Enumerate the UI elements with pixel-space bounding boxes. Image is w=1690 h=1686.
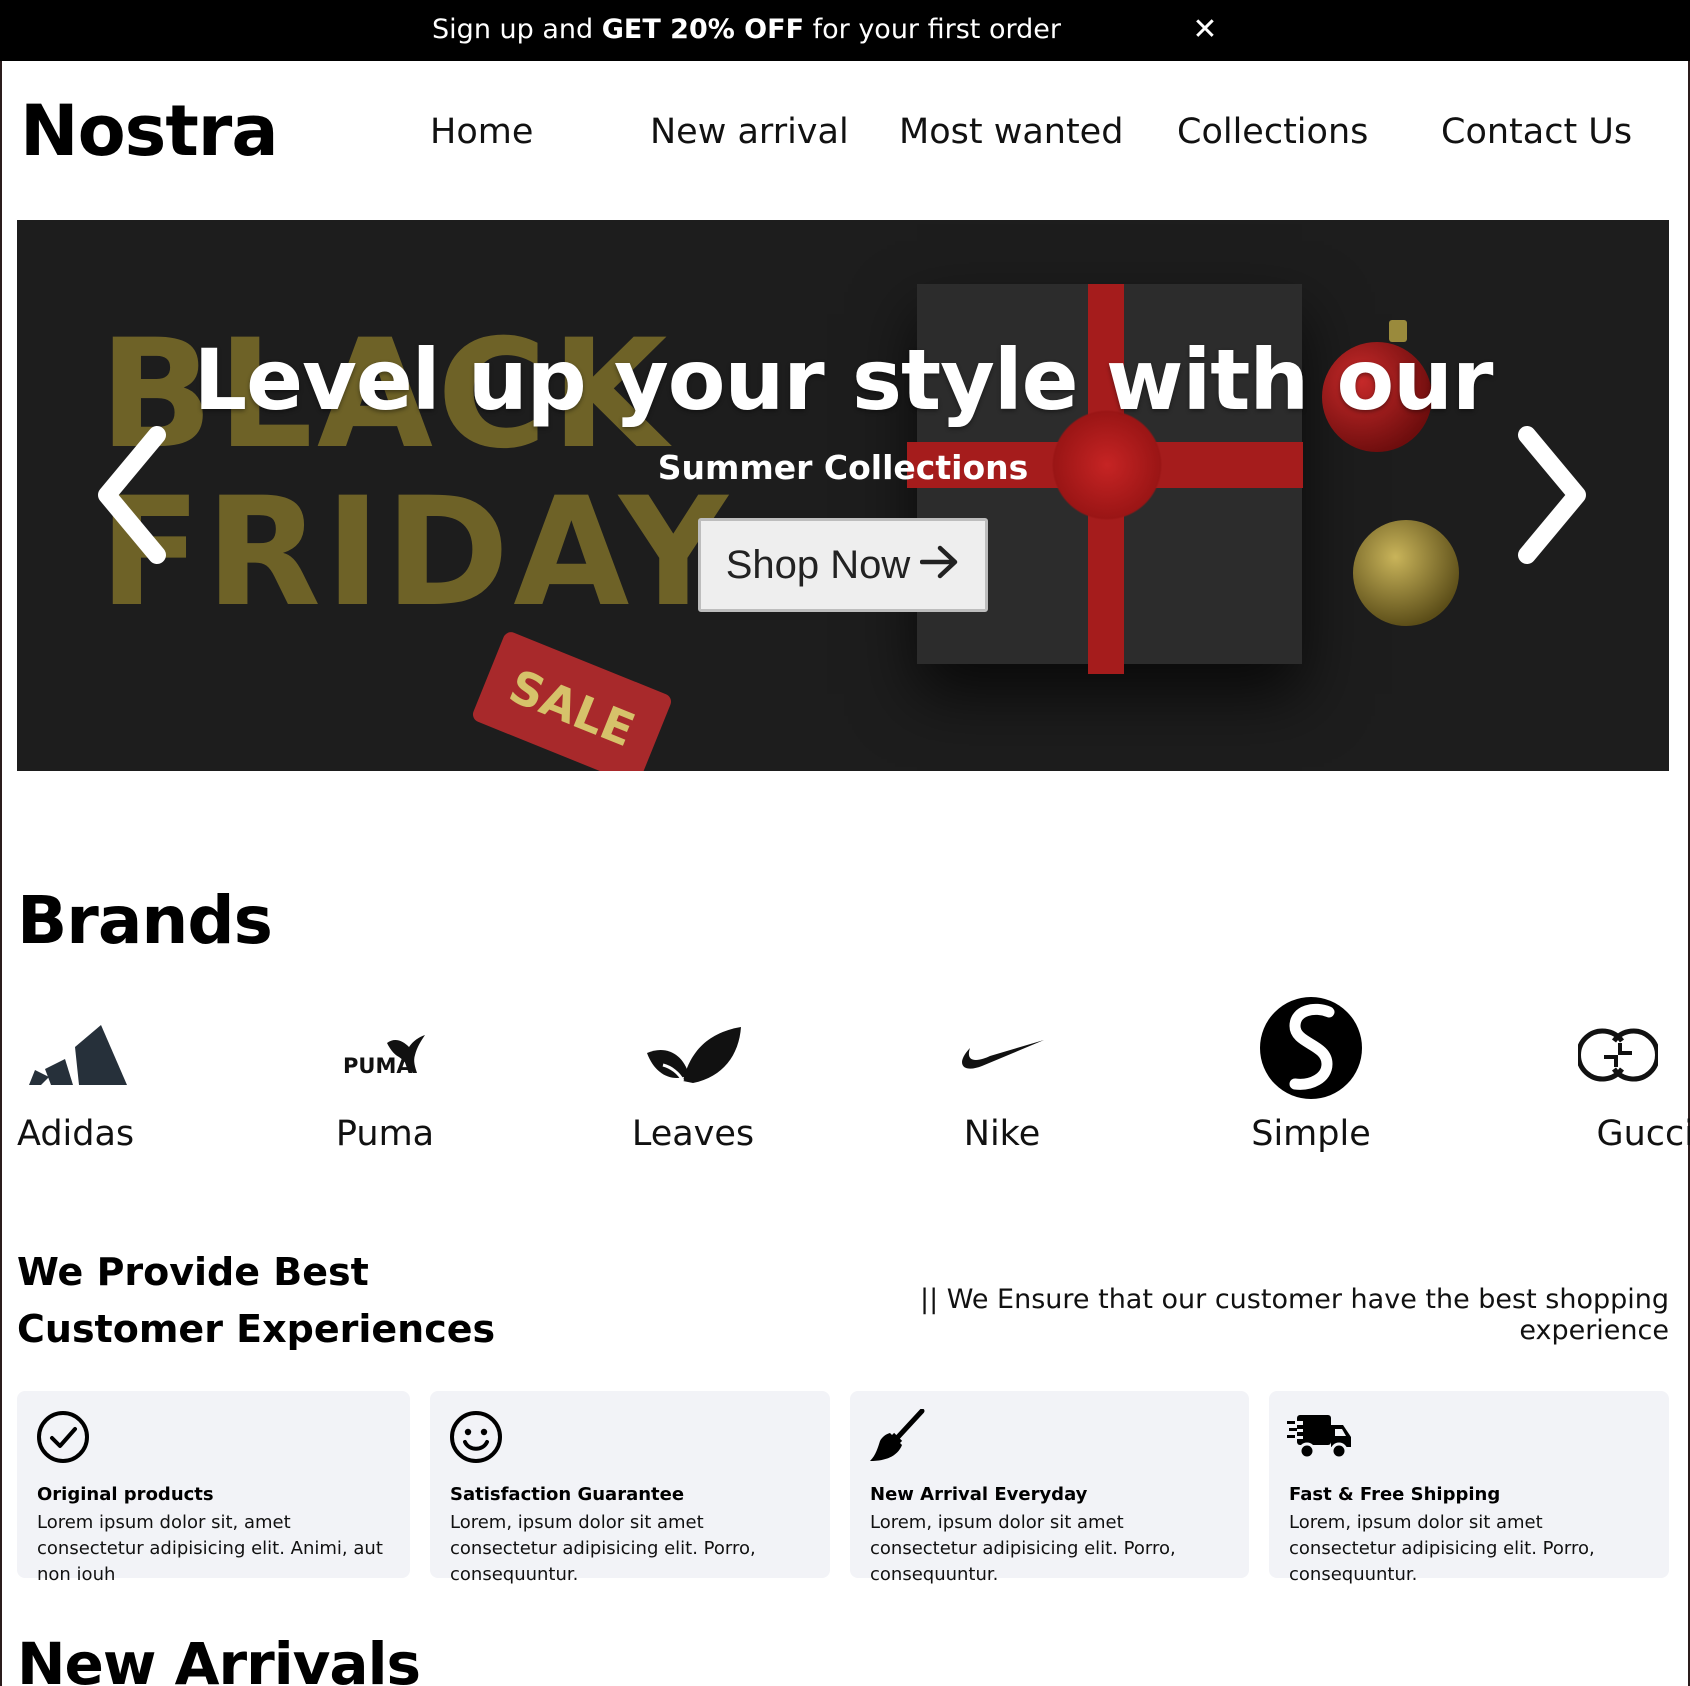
arrow-right-icon: [920, 541, 960, 589]
feature-card-new-arrival: New Arrival Everyday Lorem, ipsum dolor …: [850, 1391, 1249, 1585]
site-logo[interactable]: Nostra: [20, 92, 279, 170]
new-arrivals-heading: New Arrivals: [17, 1630, 421, 1686]
brands-heading: Brands: [17, 882, 273, 959]
hero-subtitle: Summer Collections: [657, 448, 1029, 487]
broom-icon: [868, 1408, 925, 1465]
brand-name: Gucci: [1596, 1114, 1690, 1154]
brand-simple[interactable]: Simple: [1231, 997, 1391, 1158]
feature-desc: Lorem, ipsum dolor sit amet consectetur …: [1289, 1512, 1595, 1585]
announcement-suffix: for your first order: [804, 14, 1061, 45]
puma-logo-icon: PUMA: [305, 1000, 465, 1110]
brand-name: Puma: [335, 1114, 435, 1154]
adidas-logo-icon: [0, 1000, 155, 1110]
experience-tagline: || We Ensure that our customer have the …: [919, 1284, 1669, 1346]
close-icon[interactable]: ✕: [1190, 12, 1220, 48]
brand-puma[interactable]: PUMA Puma: [305, 1000, 465, 1158]
nike-swoosh-icon: [922, 1000, 1082, 1110]
chevron-right-icon[interactable]: [1507, 425, 1597, 565]
feature-desc: Lorem, ipsum dolor sit amet consectetur …: [450, 1512, 756, 1585]
smile-icon: [448, 1409, 504, 1465]
shop-now-button[interactable]: Shop Now: [698, 518, 988, 612]
feature-title: Fast & Free Shipping: [1289, 1484, 1501, 1505]
nav-new-arrival[interactable]: New arrival: [650, 110, 849, 154]
feature-card-satisfaction: Satisfaction Guarantee Lorem, ipsum dolo…: [430, 1391, 830, 1585]
nav-most-wanted[interactable]: Most wanted: [899, 110, 1123, 154]
chevron-left-icon[interactable]: [87, 425, 177, 565]
hero-title: Level up your style with our: [193, 331, 1494, 429]
experience-heading-line2: Customer Experiences: [17, 1307, 496, 1351]
brand-nike[interactable]: Nike: [922, 1000, 1082, 1158]
brand-name: Leaves: [631, 1114, 755, 1154]
experience-heading-line1: We Provide Best: [17, 1250, 369, 1294]
hero-banner: BLACK FRIDAY SALE Level up your style wi…: [17, 220, 1669, 771]
gucci-logo-icon: [1538, 1000, 1690, 1110]
feature-card-shipping: Fast & Free Shipping Lorem, ipsum dolor …: [1269, 1391, 1669, 1585]
gold-ornament: [1353, 520, 1459, 626]
brand-leaves[interactable]: Leaves: [613, 1000, 773, 1158]
nav-home[interactable]: Home: [430, 110, 533, 154]
simple-logo-icon: [1231, 997, 1391, 1110]
check-circle-icon: [35, 1409, 91, 1465]
window-edge-left: [0, 0, 2, 1686]
hero-bg-text-friday: FRIDAY: [99, 466, 732, 640]
nav-contact-us[interactable]: Contact Us: [1441, 110, 1632, 154]
brand-name: Nike: [963, 1114, 1041, 1154]
fast-truck-icon: [1287, 1409, 1353, 1465]
announcement-text: Sign up and GET 20% OFF for your first o…: [0, 14, 1493, 45]
announcement-highlight: GET 20% OFF: [601, 14, 805, 45]
nav-collections[interactable]: Collections: [1177, 110, 1368, 154]
feature-title: New Arrival Everyday: [870, 1484, 1088, 1505]
experience-heading: We Provide Best Customer Experiences: [17, 1244, 495, 1358]
feature-title: Satisfaction Guarantee: [450, 1484, 685, 1505]
shop-now-label: Shop Now: [725, 542, 911, 587]
announcement-bar: Sign up and GET 20% OFF for your first o…: [0, 0, 1690, 61]
feature-title: Original products: [37, 1484, 214, 1505]
page: Sign up and GET 20% OFF for your first o…: [0, 0, 1690, 1686]
leaves-logo-icon: [613, 1000, 773, 1110]
brand-gucci[interactable]: Gucci: [1538, 1000, 1690, 1158]
feature-desc: Lorem ipsum dolor sit, amet consectetur …: [37, 1512, 383, 1585]
feature-card-original: Original products Lorem ipsum dolor sit,…: [17, 1391, 410, 1585]
brand-name: Simple: [1251, 1114, 1371, 1154]
feature-desc: Lorem, ipsum dolor sit amet consectetur …: [870, 1512, 1176, 1585]
sale-tag: SALE: [470, 629, 674, 771]
announcement-prefix: Sign up and: [432, 14, 602, 45]
brand-adidas[interactable]: Adidas: [0, 1000, 155, 1158]
brand-name: Adidas: [17, 1114, 135, 1154]
